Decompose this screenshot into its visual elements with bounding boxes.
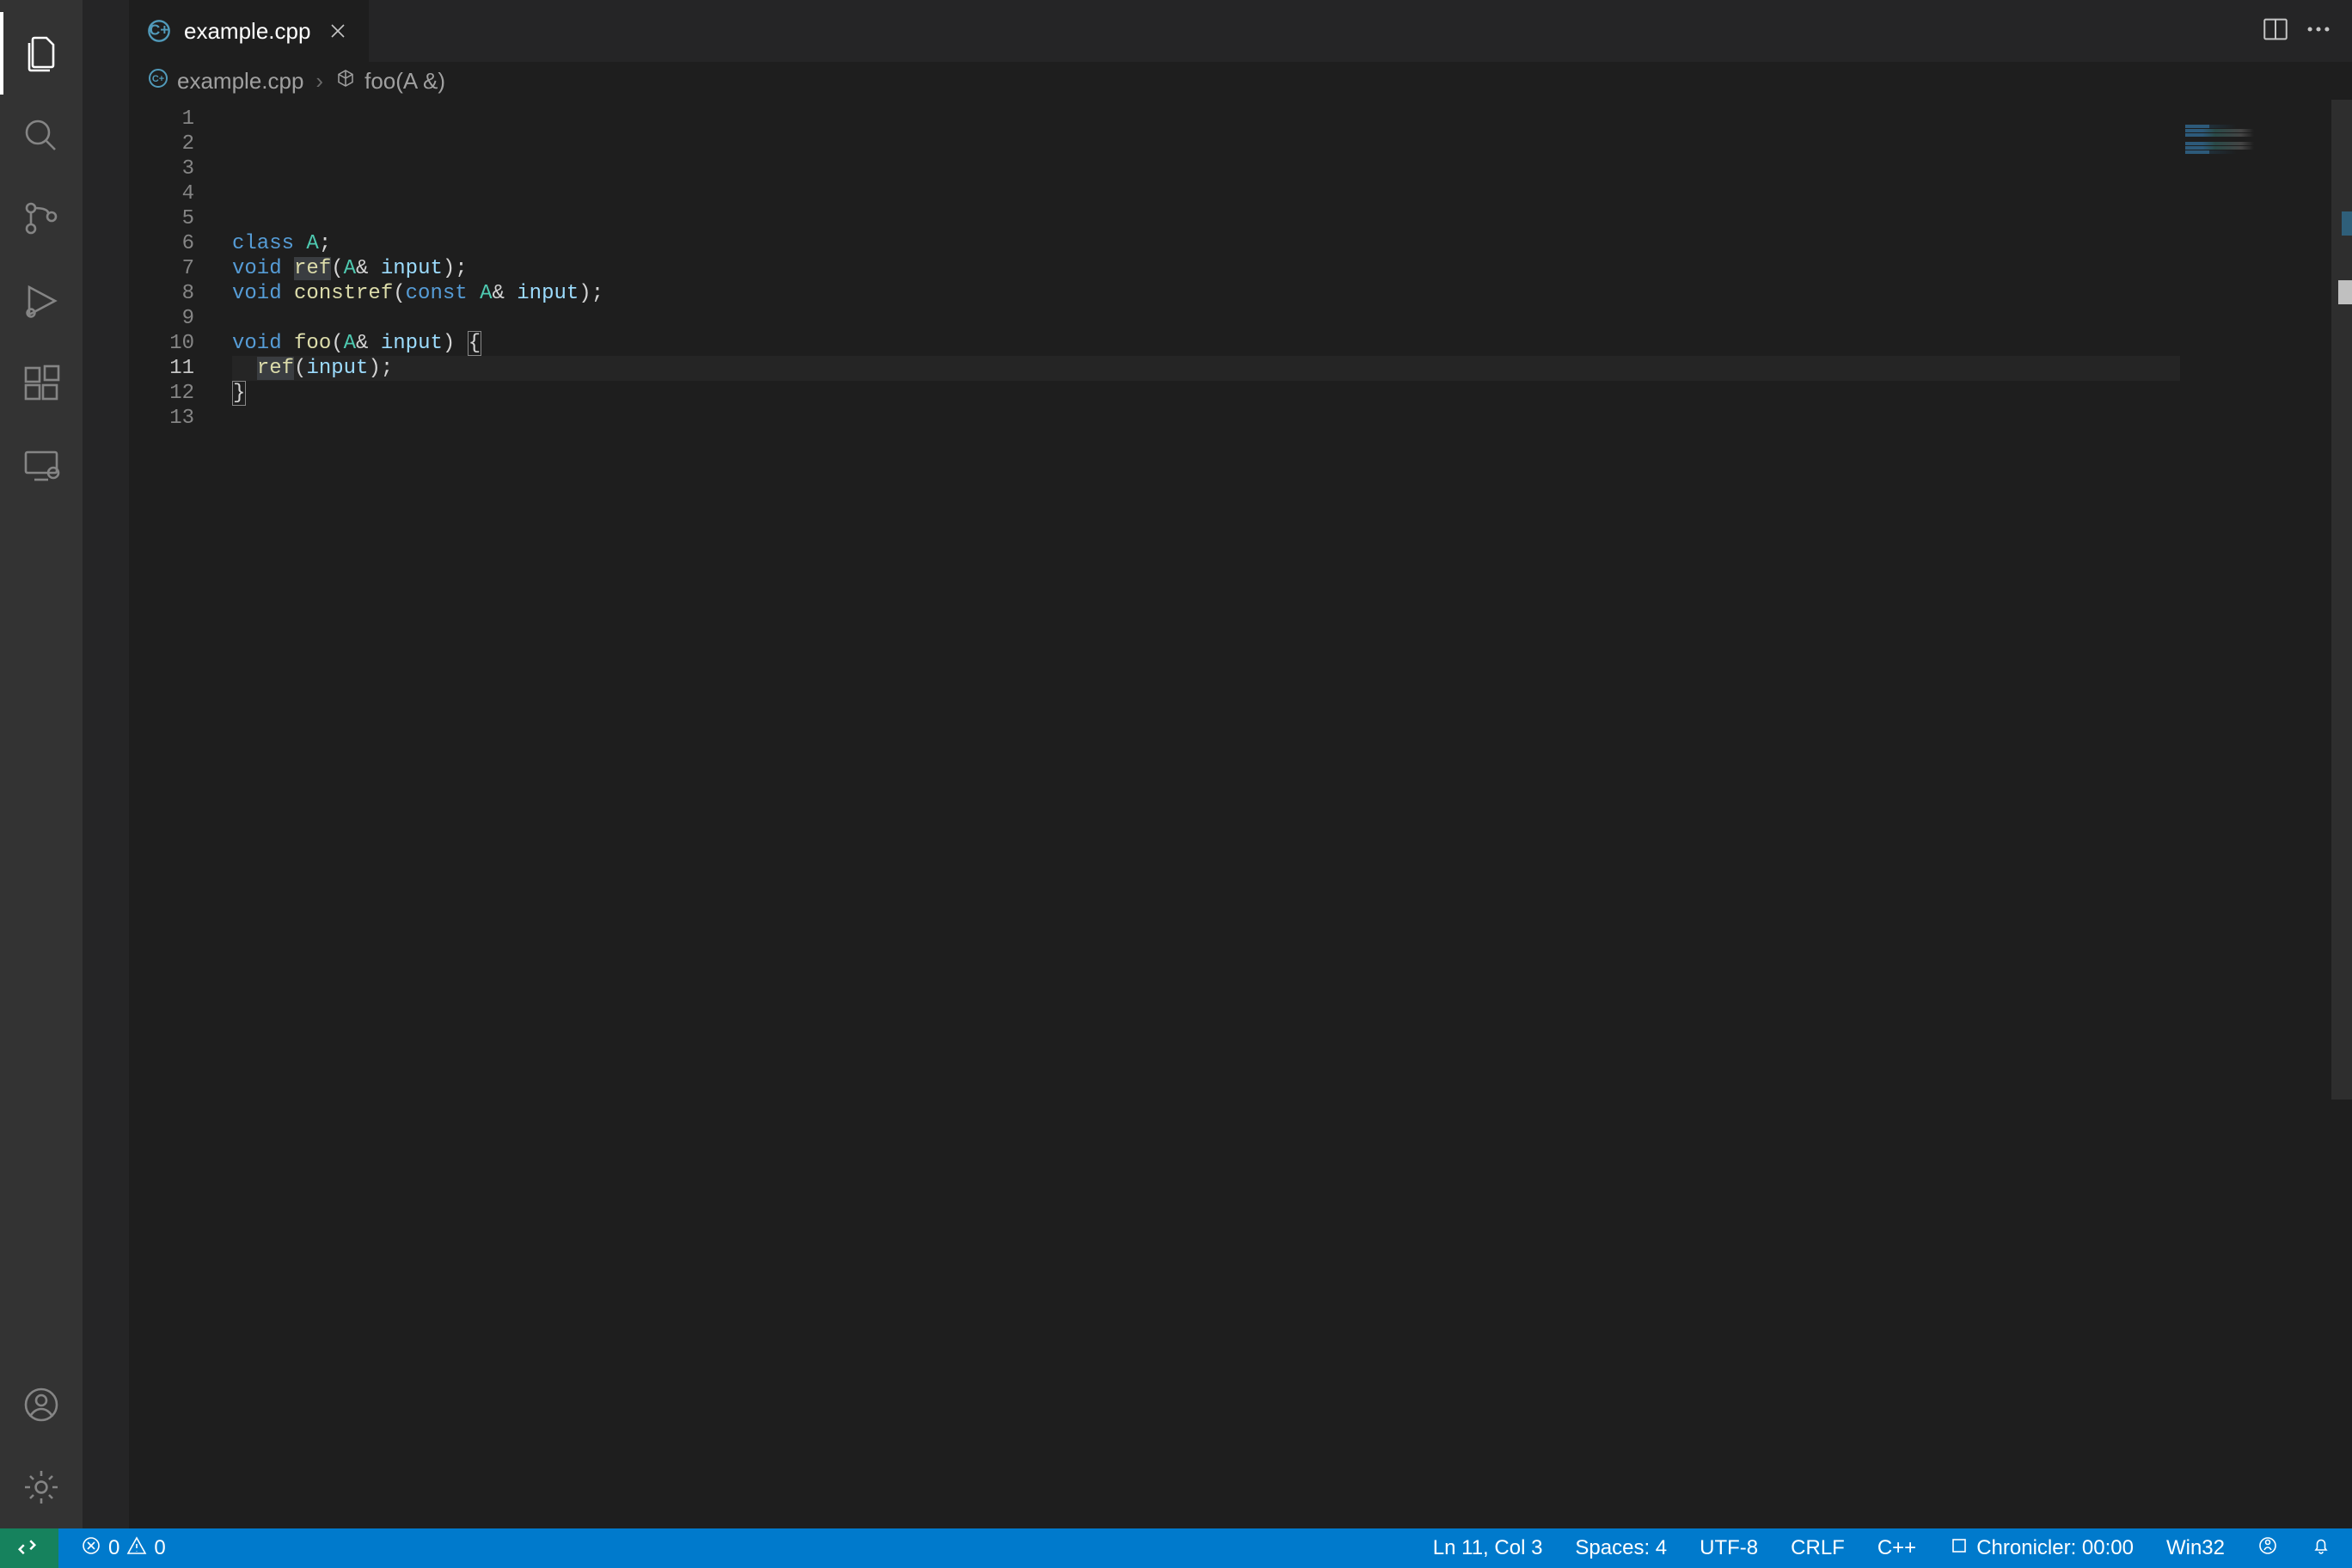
warning-icon <box>126 1535 147 1562</box>
code-line[interactable] <box>232 132 2352 156</box>
line-number[interactable]: 2 <box>129 132 232 156</box>
source-control-action[interactable] <box>0 177 83 260</box>
chevron-right-icon: › <box>312 68 327 95</box>
line-number[interactable]: 11 <box>129 356 232 381</box>
encoding[interactable]: UTF-8 <box>1693 1528 1765 1568</box>
line-number[interactable]: 1 <box>129 107 232 132</box>
notifications-button[interactable] <box>2304 1528 2338 1568</box>
line-number[interactable]: 4 <box>129 181 232 206</box>
files-icon <box>21 33 62 74</box>
code-line[interactable] <box>232 181 2352 206</box>
cursor-position[interactable]: Ln 11, Col 3 <box>1426 1528 1550 1568</box>
feedback-icon <box>2257 1535 2278 1562</box>
close-icon <box>328 21 348 41</box>
code-line[interactable]: void foo(A& input) { <box>232 331 2352 356</box>
record-icon <box>1949 1535 1969 1562</box>
status-bar: 0 0 Ln 11, Col 3 Spaces: 4 UTF-8 CRLF C+… <box>0 1528 2352 1568</box>
extensions-icon <box>21 363 62 404</box>
symbol-method-icon <box>335 68 356 95</box>
editor-area: C+ example.cpp <box>129 0 2352 1528</box>
code-line[interactable]: void ref(A& input); <box>232 256 2352 281</box>
run-debug-action[interactable] <box>0 260 83 342</box>
extensions-action[interactable] <box>0 342 83 425</box>
line-number[interactable]: 8 <box>129 281 232 306</box>
problems-indicator[interactable]: 0 0 <box>74 1528 173 1568</box>
language-mode[interactable]: C++ <box>1871 1528 1923 1568</box>
chronicler-status[interactable]: Chronicler: 00:00 <box>1942 1528 2141 1568</box>
tabs-bar: C+ example.cpp <box>129 0 2352 62</box>
overview-marker <box>2342 211 2352 236</box>
accounts-action[interactable] <box>0 1363 83 1446</box>
line-number[interactable]: 3 <box>129 156 232 181</box>
scrollbar-thumb[interactable] <box>2331 100 2352 1099</box>
minimap-preview <box>2185 103 2331 155</box>
explorer-action[interactable] <box>0 12 83 95</box>
code-line[interactable]: void constref(const A& input); <box>232 281 2352 306</box>
search-icon <box>21 115 62 156</box>
svg-text:C+: C+ <box>152 74 164 84</box>
code-line[interactable] <box>232 306 2352 331</box>
activity-bar <box>0 0 83 1528</box>
line-number[interactable]: 6 <box>129 231 232 256</box>
debug-icon <box>21 280 62 322</box>
tab-close-button[interactable] <box>322 15 353 46</box>
breadcrumb[interactable]: C+ example.cpp › foo(A &) <box>129 62 2352 100</box>
code-line[interactable]: class A; <box>232 231 2352 256</box>
overview-marker <box>2338 280 2352 304</box>
error-count: 0 <box>108 1536 119 1560</box>
code-line[interactable] <box>232 406 2352 431</box>
eol[interactable]: CRLF <box>1784 1528 1852 1568</box>
error-icon <box>81 1535 101 1562</box>
editor-actions <box>2242 0 2352 62</box>
more-editor-actions-button[interactable] <box>2304 15 2333 48</box>
gear-icon <box>21 1467 62 1508</box>
code-content[interactable]: class A;void ref(A& input);void constref… <box>232 100 2352 1528</box>
feedback-button[interactable] <box>2251 1528 2285 1568</box>
line-number[interactable]: 13 <box>129 406 232 431</box>
tab-example-cpp[interactable]: C+ example.cpp <box>129 0 370 62</box>
code-line[interactable]: } <box>232 381 2352 406</box>
overview-ruler[interactable] <box>2331 100 2352 1528</box>
source-control-icon <box>21 198 62 239</box>
remote-indicator[interactable] <box>0 1528 58 1568</box>
code-line[interactable] <box>232 156 2352 181</box>
breadcrumb-symbol[interactable]: foo(A &) <box>364 68 445 95</box>
tab-filename: example.cpp <box>184 18 310 45</box>
ellipsis-icon <box>2304 15 2333 44</box>
line-number[interactable]: 5 <box>129 206 232 231</box>
workbench: C+ example.cpp <box>0 0 2352 1528</box>
line-number[interactable]: 7 <box>129 256 232 281</box>
platform-status[interactable]: Win32 <box>2159 1528 2232 1568</box>
app-root: C+ example.cpp <box>0 0 2352 1568</box>
remote-icon <box>16 1535 42 1561</box>
line-number[interactable]: 9 <box>129 306 232 331</box>
line-number[interactable]: 10 <box>129 331 232 356</box>
account-icon <box>21 1384 62 1425</box>
svg-text:C+: C+ <box>150 21 169 39</box>
breadcrumb-file[interactable]: example.cpp <box>177 68 303 95</box>
warning-count: 0 <box>154 1536 165 1560</box>
minimap[interactable] <box>2180 100 2352 1528</box>
line-number[interactable]: 12 <box>129 381 232 406</box>
editor-body[interactable]: 12345678910111213 class A;void ref(A& in… <box>129 100 2352 1528</box>
line-number-gutter[interactable]: 12345678910111213 <box>129 100 232 1528</box>
settings-action[interactable] <box>0 1446 83 1528</box>
cpp-file-icon: C+ <box>146 18 172 44</box>
indentation[interactable]: Spaces: 4 <box>1568 1528 1674 1568</box>
remote-explorer-icon <box>21 445 62 487</box>
remote-explorer-action[interactable] <box>0 425 83 507</box>
code-line[interactable] <box>232 107 2352 132</box>
search-action[interactable] <box>0 95 83 177</box>
sidebar-collapsed[interactable] <box>83 0 129 1528</box>
code-line[interactable] <box>232 206 2352 231</box>
code-line[interactable]: ref(input); <box>232 356 2352 381</box>
bell-icon <box>2311 1535 2331 1562</box>
cpp-file-icon: C+ <box>148 68 168 95</box>
split-editor-button[interactable] <box>2261 15 2290 48</box>
